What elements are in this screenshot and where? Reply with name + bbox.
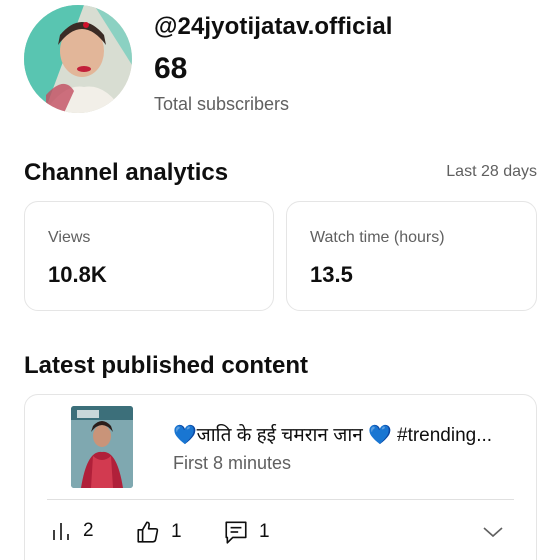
comment-icon bbox=[225, 521, 247, 544]
video-title[interactable]: 💙जाति के हई चमरान जान 💙 #trending... bbox=[173, 421, 523, 447]
latest-content-title: Latest published content bbox=[24, 352, 309, 379]
watch-time-card-value: 13.5 bbox=[310, 262, 353, 287]
subscriber-label: Total subscribers bbox=[154, 94, 290, 114]
subscriber-count: 68 bbox=[154, 52, 188, 85]
views-card-value: 10.8K bbox=[48, 262, 107, 287]
thumbs-up-icon bbox=[137, 521, 159, 543]
video-meta: First 8 minutes bbox=[173, 453, 292, 473]
thumbnail-image bbox=[71, 406, 133, 488]
expand-button[interactable] bbox=[482, 525, 504, 544]
analytics-period: Last 28 days bbox=[446, 163, 537, 180]
watch-time-card[interactable]: Watch time (hours) 13.5 bbox=[286, 201, 537, 311]
latest-video-card[interactable]: 💙जाति के हई चमरान जान 💙 #trending... Fir… bbox=[24, 394, 537, 560]
channel-avatar[interactable] bbox=[24, 5, 132, 113]
chevron-down-icon bbox=[483, 527, 503, 538]
views-stat: 2 bbox=[49, 519, 94, 543]
likes-stat: 1 bbox=[135, 519, 182, 545]
avatar-image bbox=[24, 5, 132, 113]
watch-time-card-label: Watch time (hours) bbox=[310, 229, 445, 246]
bar-chart-icon bbox=[53, 523, 69, 540]
channel-analytics-title: Channel analytics bbox=[24, 159, 229, 186]
video-thumbnail[interactable] bbox=[71, 406, 133, 488]
views-card-label: Views bbox=[48, 229, 91, 246]
comments-stat-value: 1 bbox=[259, 521, 270, 542]
channel-handle: @24jyotijatav.official bbox=[154, 13, 393, 40]
comments-stat: 1 bbox=[223, 519, 270, 545]
views-card[interactable]: Views 10.8K bbox=[24, 201, 274, 311]
likes-stat-value: 1 bbox=[171, 521, 182, 542]
divider bbox=[47, 499, 514, 500]
views-stat-value: 2 bbox=[83, 520, 94, 541]
